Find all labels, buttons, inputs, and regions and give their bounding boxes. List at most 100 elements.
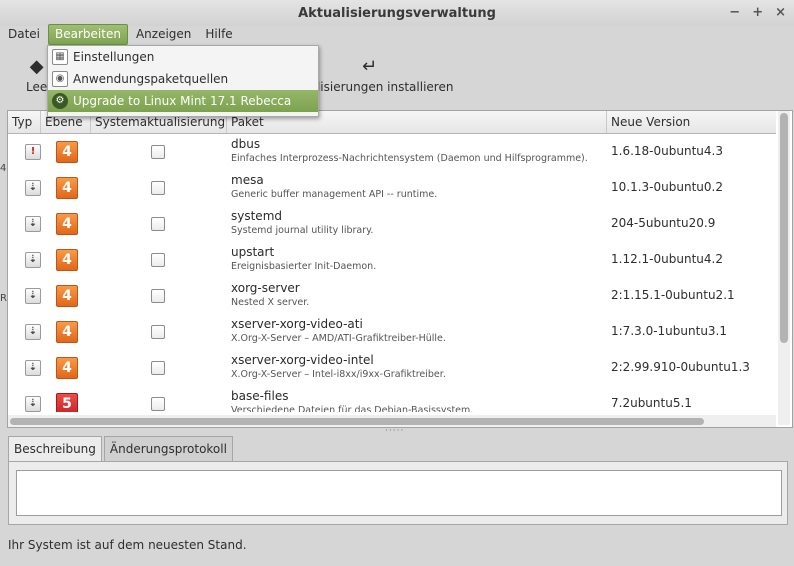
menu-item-label: Anwendungspaketquellen: [73, 72, 229, 86]
level-badge: 4: [56, 321, 78, 343]
system-update-checkbox[interactable]: [151, 145, 165, 159]
table-rows: ! 4 dbus Einfaches Interprozess-Nachrich…: [8, 134, 776, 412]
update-icon: ⇣: [25, 396, 41, 412]
menu-bearbeiten[interactable]: Bearbeiten: [48, 24, 128, 45]
system-update-checkbox[interactable]: [151, 181, 165, 195]
edit-dropdown-menu: ▦ Einstellungen ◉ Anwendungspaketquellen…: [47, 45, 319, 117]
update-icon: ⇣: [25, 360, 41, 376]
horizontal-scroll-thumb[interactable]: [10, 418, 704, 425]
status-text: Ihr System ist auf dem neuesten Stand.: [8, 538, 247, 552]
level-badge: 4: [56, 141, 78, 163]
title-bar: Aktualisierungsverwaltung − + ×: [0, 0, 794, 26]
table-row[interactable]: ⇣ 4 systemd Systemd journal utility libr…: [8, 206, 776, 242]
detail-tabs: Beschreibung Änderungsprotokoll: [8, 436, 235, 463]
package-version: 2:2.99.910-0ubuntu1.3: [611, 360, 750, 374]
updates-table: Typ Ebene Systemaktualisierung Paket Neu…: [7, 110, 793, 428]
table-row[interactable]: ⇣ 4 xserver-xorg-video-ati X.Org-X-Serve…: [8, 314, 776, 350]
arrow-left-icon: ◆: [29, 56, 44, 77]
package-cell: xserver-xorg-video-intel X.Org-X-Server …: [231, 353, 446, 381]
menu-item-einstellungen[interactable]: ▦ Einstellungen: [48, 46, 318, 68]
install-updates-tool[interactable]: ↵ ualisierungen installieren: [302, 56, 453, 94]
pane-resize-grip[interactable]: ·····: [385, 426, 404, 436]
tab-beschreibung[interactable]: Beschreibung: [8, 436, 102, 463]
package-description: Generic buffer management API -- runtime…: [231, 189, 438, 200]
system-update-checkbox[interactable]: [151, 289, 165, 303]
description-panel: [8, 461, 788, 525]
table-row[interactable]: ⇣ 4 xserver-xorg-video-intel X.Org-X-Ser…: [8, 350, 776, 386]
minimize-button[interactable]: −: [729, 5, 740, 20]
package-version: 204-5ubuntu20.9: [611, 216, 716, 230]
table-row[interactable]: ⇣ 4 mesa Generic buffer management API -…: [8, 170, 776, 206]
column-typ[interactable]: Typ: [8, 111, 41, 133]
window-controls: − + ×: [729, 5, 786, 20]
menu-hilfe[interactable]: Hilfe: [199, 24, 238, 45]
level-badge: 4: [56, 285, 78, 307]
package-name: xserver-xorg-video-ati: [231, 317, 363, 331]
package-description: X.Org-X-Server – AMD/ATI-Grafiktreiber-H…: [231, 333, 446, 344]
menu-anzeigen[interactable]: Anzeigen: [130, 24, 197, 45]
security-update-icon: !: [25, 144, 41, 160]
clear-tool[interactable]: ◆ Lee: [26, 56, 47, 94]
package-version: 1.6.18-0ubuntu4.3: [611, 144, 723, 158]
system-update-checkbox[interactable]: [151, 217, 165, 231]
package-name: upstart: [231, 245, 275, 259]
preferences-icon: ▦: [52, 49, 68, 65]
menu-item-label: Upgrade to Linux Mint 17.1 Rebecca: [73, 94, 292, 108]
package-cell: xserver-xorg-video-ati X.Org-X-Server – …: [231, 317, 446, 345]
menu-item-label: Einstellungen: [73, 50, 155, 64]
maximize-button[interactable]: +: [752, 5, 763, 20]
install-updates-label: ualisierungen installieren: [302, 80, 454, 94]
package-description: Einfaches Interprozess-Nachrichtensystem…: [231, 153, 588, 164]
update-icon: ⇣: [25, 180, 41, 196]
level-badge: 4: [56, 357, 78, 379]
system-update-checkbox[interactable]: [151, 253, 165, 267]
package-name: xorg-server: [231, 281, 300, 295]
close-button[interactable]: ×: [775, 5, 786, 20]
package-cell: base-files Verschiedene Dateien für das …: [231, 389, 473, 412]
window-title: Aktualisierungsverwaltung: [298, 5, 496, 21]
level-badge: 4: [56, 249, 78, 271]
system-update-checkbox[interactable]: [151, 397, 165, 411]
update-icon: ⇣: [25, 324, 41, 340]
clear-tool-label: Lee: [26, 80, 48, 94]
package-description: Nested X server.: [231, 297, 310, 308]
vertical-scroll-thumb[interactable]: [780, 113, 788, 343]
package-cell: upstart Ereignisbasierter Init-Daemon.: [231, 245, 376, 273]
return-arrow-icon: ↵: [362, 56, 378, 77]
level-badge: 4: [56, 213, 78, 235]
package-description: X.Org-X-Server – Intel-i8xx/i9xx-Grafikt…: [231, 369, 446, 380]
package-version: 1.12.1-0ubuntu4.2: [611, 252, 723, 266]
table-row[interactable]: ! 4 dbus Einfaches Interprozess-Nachrich…: [8, 134, 776, 170]
table-row[interactable]: ⇣ 4 upstart Ereignisbasierter Init-Daemo…: [8, 242, 776, 278]
table-row[interactable]: ⇣ 4 xorg-server Nested X server. 2:1.15.…: [8, 278, 776, 314]
package-version: 10.1.3-0ubuntu0.2: [611, 180, 723, 194]
tab-aenderungsprotokoll[interactable]: Änderungsprotokoll: [103, 436, 233, 461]
update-icon: ⇣: [25, 252, 41, 268]
clipped-glyph: 4: [0, 163, 7, 174]
clipped-glyph: R: [0, 293, 7, 304]
update-icon: ⇣: [25, 288, 41, 304]
column-neue-version[interactable]: Neue Version: [607, 111, 776, 133]
system-update-checkbox[interactable]: [151, 361, 165, 375]
system-update-checkbox[interactable]: [151, 325, 165, 339]
package-name: xserver-xorg-video-intel: [231, 353, 374, 367]
package-description: Verschiedene Dateien für das Debian-Basi…: [231, 405, 474, 412]
software-sources-icon: ◉: [52, 71, 68, 87]
package-version: 2:1.15.1-0ubuntu2.1: [611, 288, 735, 302]
table-row[interactable]: ⇣ 5 base-files Verschiedene Dateien für …: [8, 386, 776, 412]
package-name: mesa: [231, 173, 264, 187]
level-badge: 4: [56, 177, 78, 199]
menu-item-paketquellen[interactable]: ◉ Anwendungspaketquellen: [48, 68, 318, 90]
package-name: systemd: [231, 209, 282, 223]
level-badge: 5: [56, 393, 78, 412]
description-textarea[interactable]: [16, 470, 782, 516]
gear-icon: ⚙: [52, 93, 68, 109]
vertical-scrollbar[interactable]: [778, 111, 790, 425]
package-description: Systemd journal utility library.: [231, 225, 374, 236]
menu-bar: Datei Bearbeiten Anzeigen Hilfe: [0, 24, 794, 45]
package-version: 7.2ubuntu5.1: [611, 396, 692, 410]
menu-datei[interactable]: Datei: [2, 24, 46, 45]
package-cell: dbus Einfaches Interprozess-Nachrichtens…: [231, 137, 588, 165]
menu-item-upgrade[interactable]: ⚙ Upgrade to Linux Mint 17.1 Rebecca: [48, 90, 318, 112]
package-cell: systemd Systemd journal utility library.: [231, 209, 373, 237]
